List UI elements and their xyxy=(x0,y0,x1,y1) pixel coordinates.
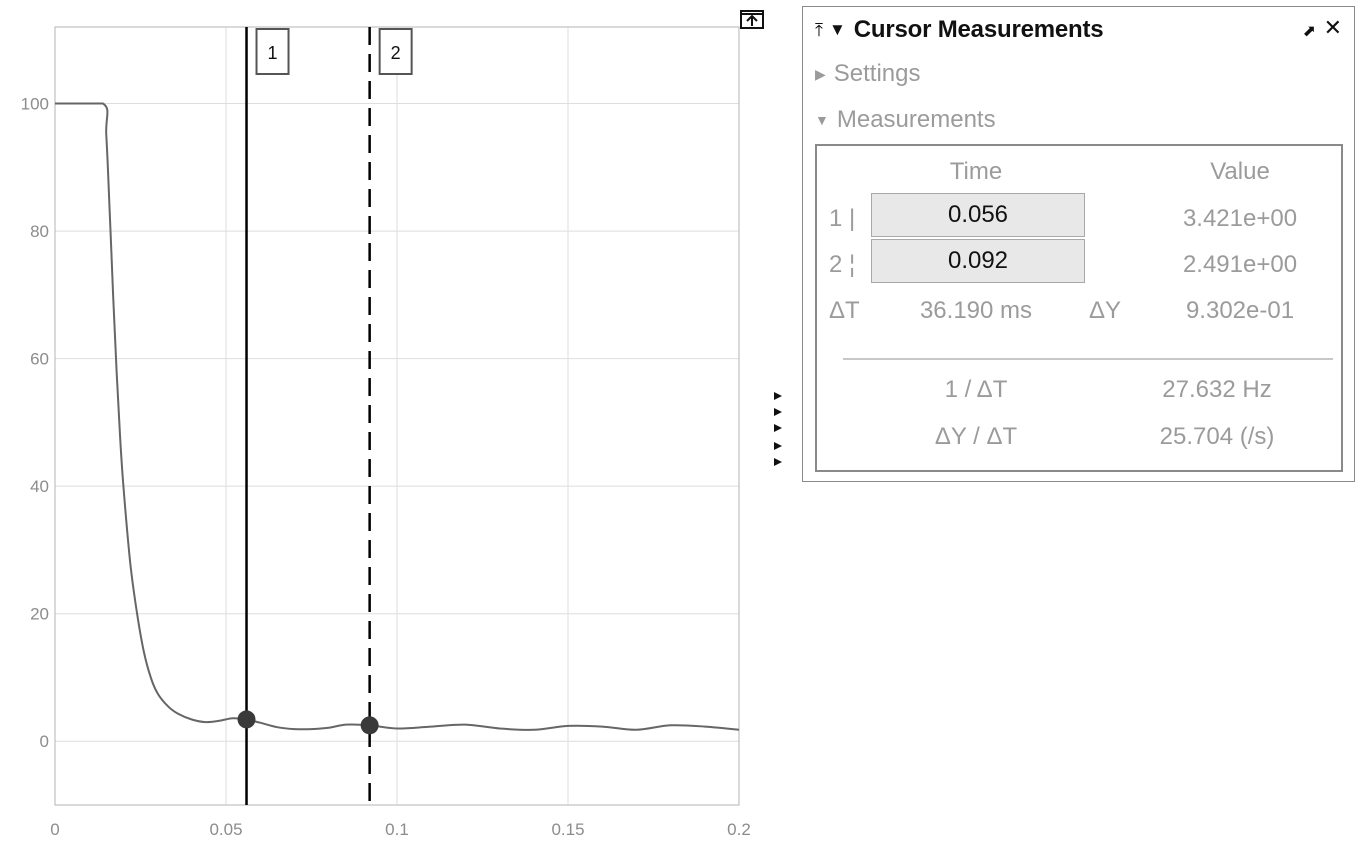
cursor-2-tag[interactable]: 2 xyxy=(378,28,413,75)
x-tick-label: 0.1 xyxy=(385,820,409,839)
divider xyxy=(843,358,1333,360)
right-arrows-icon xyxy=(774,392,782,466)
settings-label: Settings xyxy=(833,60,921,87)
measurements-section-toggle[interactable]: ▼ Measurements xyxy=(815,106,996,134)
cursor-1-row-label: 1 | xyxy=(829,205,856,232)
x-tick-label: 0.15 xyxy=(551,820,584,839)
plot-grid xyxy=(54,27,740,805)
delta-y-label: ΔY xyxy=(1089,297,1122,324)
time-plot[interactable]: 0 0.05 0.1 0.15 0.2 0 20 40 60 80 100 1 2 xyxy=(0,0,780,846)
cursor-1-label: 1 xyxy=(268,43,278,63)
collapse-panel-icon[interactable]: ▼ xyxy=(829,20,846,40)
slope-value: 25.704 (/s) xyxy=(1159,423,1275,450)
expand-triangle-icon: ▶ xyxy=(815,65,826,82)
time-column-header: Time xyxy=(949,158,1003,185)
y-tick-label: 80 xyxy=(30,222,49,241)
y-tick-label: 40 xyxy=(30,477,49,496)
slope-label: ΔY / ΔT xyxy=(934,423,1018,450)
value-column-header: Value xyxy=(1210,158,1270,185)
cursor-1-time-input[interactable]: 0.056 xyxy=(871,193,1085,237)
inverse-delta-t-value: 27.632 Hz xyxy=(1162,376,1272,403)
delta-t-value: 36.190 ms xyxy=(919,297,1033,324)
cursor-measurements-panel: ⤒ ▼ Cursor Measurements ⬈ ✕ ▶ Settings ▼… xyxy=(802,6,1355,482)
cursor-2-row-label: 2 ¦ xyxy=(829,251,856,278)
cursor-1-value: 3.421e+00 xyxy=(1182,205,1298,232)
delta-y-value: 9.302e-01 xyxy=(1185,297,1295,324)
x-axis-ticks: 0 0.05 0.1 0.15 0.2 xyxy=(50,820,751,839)
cursor-2-marker xyxy=(360,716,379,735)
x-tick-label: 0.2 xyxy=(727,820,751,839)
pin-icon[interactable]: ⤒ xyxy=(815,20,823,41)
y-axis-ticks: 0 20 40 60 80 100 xyxy=(21,95,49,752)
collapse-triangle-icon: ▼ xyxy=(815,112,829,128)
inverse-delta-t-label: 1 / ΔT xyxy=(944,376,1008,403)
panel-expand-arrows[interactable] xyxy=(770,388,786,474)
cursor-2-time-input[interactable]: 0.092 xyxy=(871,239,1085,283)
settings-section-toggle[interactable]: ▶ Settings xyxy=(815,60,921,88)
cursor-1-tag[interactable]: 1 xyxy=(255,28,290,75)
panel-title: Cursor Measurements xyxy=(853,16,1104,43)
y-tick-label: 100 xyxy=(21,95,49,114)
cursor-2-label: 2 xyxy=(391,43,401,63)
measurements-label: Measurements xyxy=(836,106,996,133)
measurements-table: Time Value 1 | 0.056 3.421e+00 2 ¦ 0.092… xyxy=(815,144,1343,472)
close-icon[interactable]: ✕ xyxy=(1324,16,1342,40)
y-tick-label: 60 xyxy=(30,350,49,369)
dock-icon xyxy=(740,10,764,29)
cursor-2-value: 2.491e+00 xyxy=(1182,251,1298,278)
panel-header: ⤒ ▼ Cursor Measurements xyxy=(815,15,1104,45)
y-tick-label: 0 xyxy=(40,732,49,751)
undock-icon[interactable]: ⬈ xyxy=(1303,21,1316,41)
y-tick-label: 20 xyxy=(30,605,49,624)
dock-panel-button[interactable] xyxy=(738,9,766,31)
cursor-1-marker xyxy=(237,710,256,729)
x-tick-label: 0.05 xyxy=(209,820,242,839)
delta-t-label: ΔT xyxy=(829,297,860,324)
x-tick-label: 0 xyxy=(50,820,59,839)
